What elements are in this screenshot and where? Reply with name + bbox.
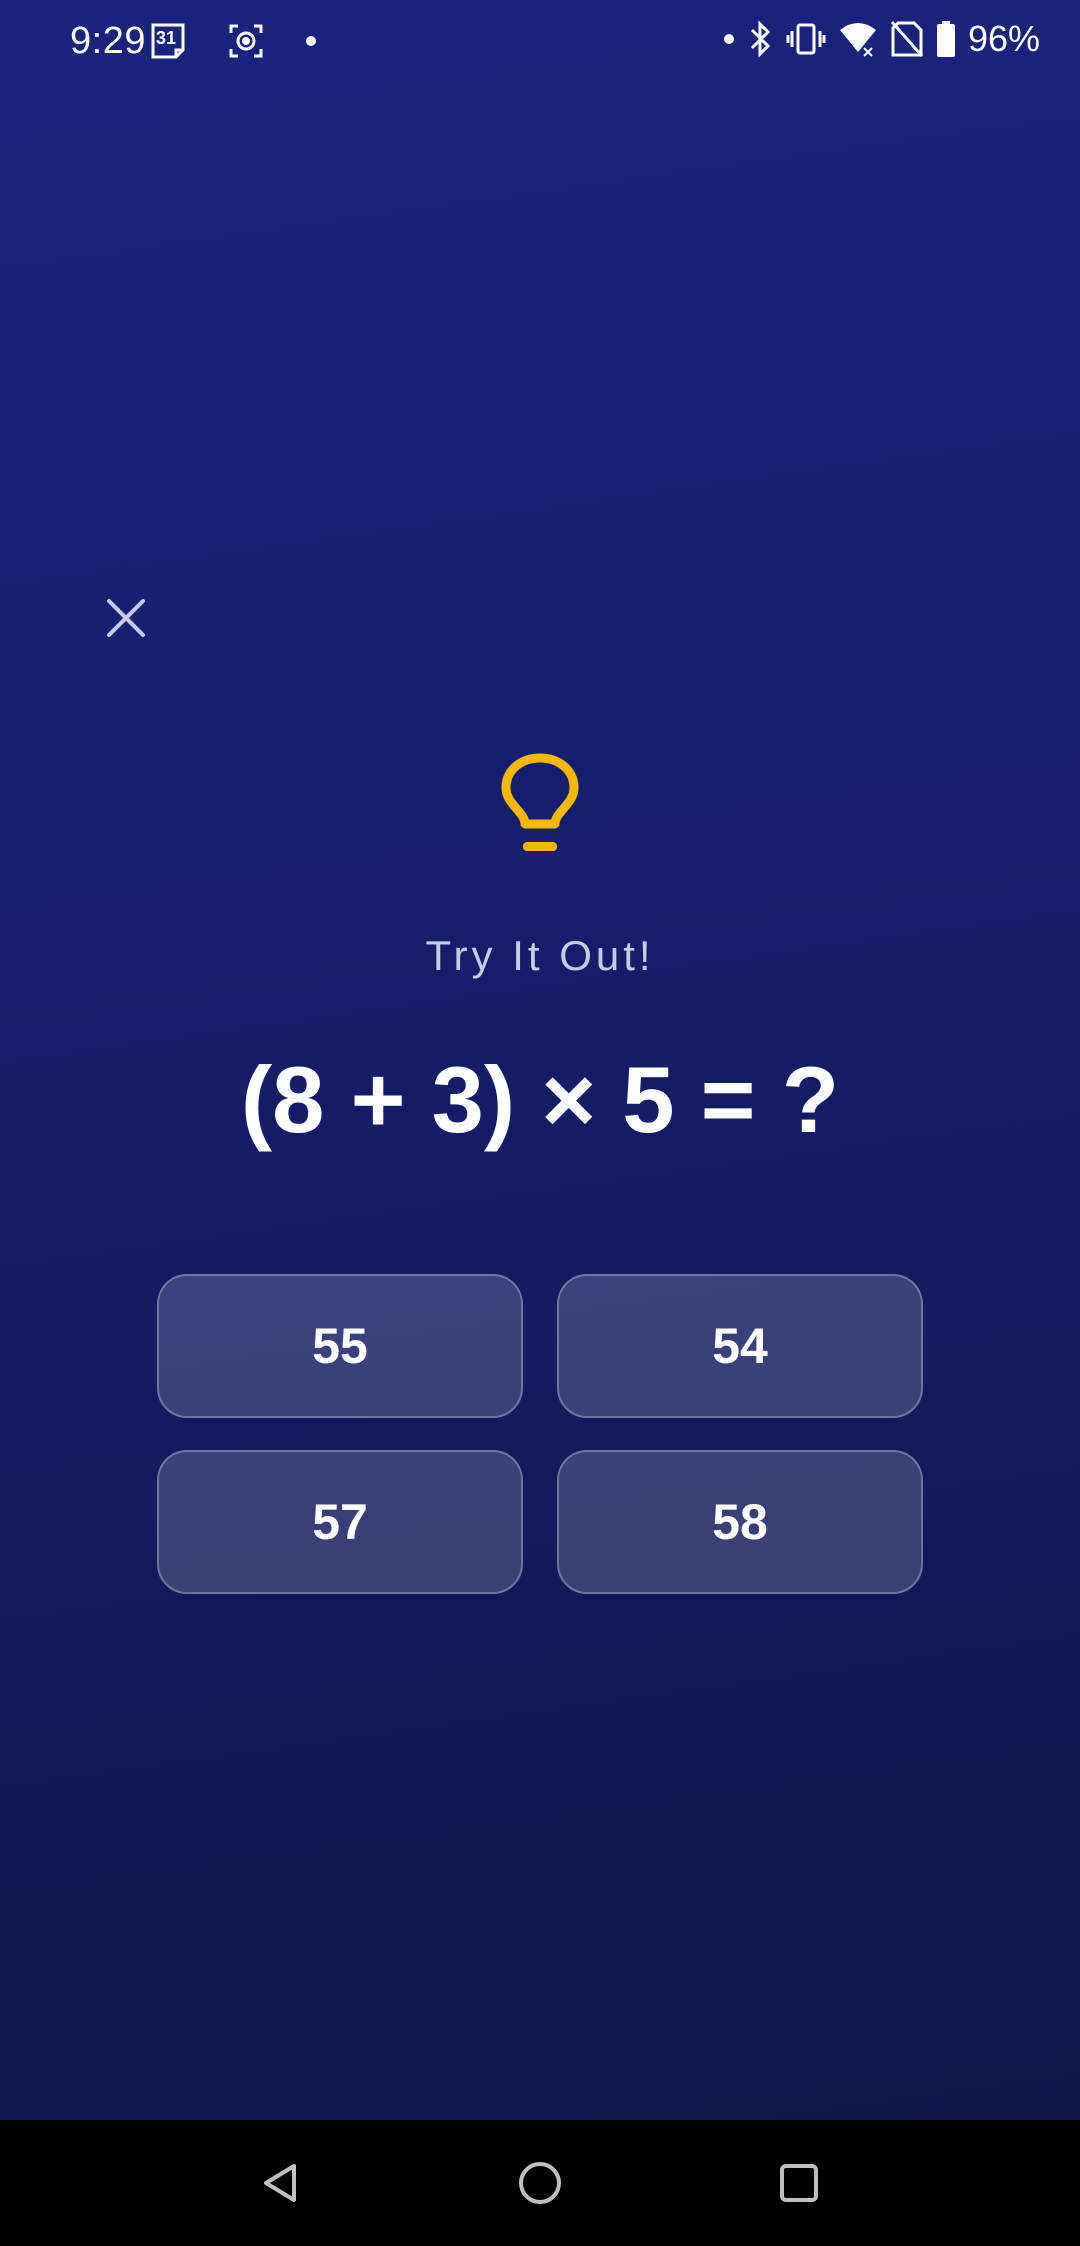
answer-button-1[interactable]: 55: [157, 1274, 523, 1418]
notification-dot-icon: [723, 34, 734, 44]
recents-square-icon: [780, 2164, 818, 2202]
answer-button-3[interactable]: 57: [157, 1450, 523, 1594]
status-bar: 9:29 31 96%: [0, 0, 1080, 90]
vibrate-icon: [786, 21, 826, 57]
status-time: 9:29: [70, 20, 146, 62]
screen-record-icon: [228, 23, 264, 59]
close-icon: [107, 599, 145, 637]
home-circle-icon: [519, 2162, 561, 2204]
calendar-icon: 31: [150, 22, 186, 60]
quiz-heading: Try It Out!: [425, 932, 655, 979]
navigation-bar: [0, 2120, 1080, 2246]
bluetooth-icon: [746, 19, 774, 59]
back-triangle-icon: [264, 2164, 296, 2202]
battery-percent: 96%: [967, 18, 1040, 59]
recents-button[interactable]: [776, 2160, 822, 2206]
quiz-screen: 9:29 31 96% Try It Out! (8 + 3) × 5 = ? …: [0, 0, 1080, 2246]
home-button[interactable]: [517, 2160, 563, 2206]
answer-button-2[interactable]: 54: [557, 1274, 923, 1418]
math-equation: (8 + 3) × 5 = ?: [240, 1047, 840, 1152]
battery-icon: [936, 20, 956, 58]
close-button[interactable]: [100, 592, 152, 644]
no-sim-icon: [890, 20, 924, 58]
wifi-icon: [838, 20, 878, 58]
notification-dot-icon: [306, 36, 316, 46]
calendar-day: 31: [155, 28, 177, 48]
answer-options: 55 54 57 58: [157, 1274, 923, 1594]
lightbulb-icon: [495, 752, 585, 862]
status-right-icons: 96%: [723, 18, 1040, 60]
answer-button-4[interactable]: 58: [557, 1450, 923, 1594]
back-button[interactable]: [258, 2160, 304, 2206]
status-left-icons: 31: [150, 22, 316, 60]
